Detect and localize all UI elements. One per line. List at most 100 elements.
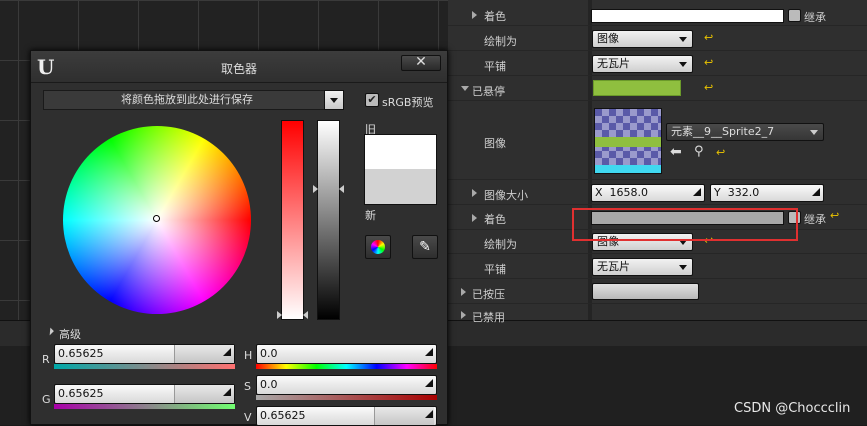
saturation-handle-left[interactable]	[277, 311, 282, 319]
chevron-down-icon	[810, 130, 818, 135]
expand-arrow-icon[interactable]	[461, 288, 466, 296]
close-icon: ✕	[415, 54, 427, 70]
expand-arrow-icon[interactable]	[472, 189, 477, 197]
pressed-preview[interactable]	[592, 283, 699, 300]
srgb-label: sRGB预览	[382, 96, 434, 109]
tiling-label: 平铺	[484, 60, 506, 73]
inherit-label: 继承	[804, 213, 826, 226]
expand-arrow-icon[interactable]	[472, 11, 477, 19]
search-icon[interactable]: ⚲	[694, 144, 704, 159]
h-field[interactable]: 0.0	[256, 344, 437, 364]
image-size-label: 图像大小	[484, 189, 528, 202]
size-x-label: X	[595, 186, 603, 199]
reset-arrow-icon[interactable]: ↩	[830, 209, 839, 222]
size-y-value: 332.0	[727, 186, 760, 199]
new-color-label: 新	[365, 209, 376, 222]
inherit-label: 继承	[804, 11, 826, 24]
wheel-selector[interactable]	[153, 215, 160, 222]
r-field[interactable]: 0.65625	[54, 344, 235, 364]
chevron-down-icon	[679, 265, 687, 270]
advanced-label: 高级	[59, 328, 81, 341]
image-thumbnail[interactable]	[594, 108, 662, 174]
tint-label: 着色	[484, 10, 506, 23]
draw-as-value: 图像	[597, 32, 619, 45]
v-field[interactable]: 0.65625	[256, 406, 437, 426]
v-value: 0.65625	[260, 409, 306, 422]
color-picker-window: U 取色器 ✕ 将颜色拖放到此处进行保存 ✔ sRGB预览 旧 新 ✎ 高级 R…	[30, 50, 448, 426]
color-wheel-icon	[371, 240, 385, 254]
chevron-down-icon	[679, 62, 687, 67]
value-handle-left[interactable]	[313, 185, 318, 193]
reset-arrow-icon[interactable]: ↩	[704, 81, 713, 94]
saturation-handle-right[interactable]	[303, 311, 308, 319]
g-gradient	[54, 404, 235, 409]
close-button[interactable]: ✕	[401, 55, 441, 71]
sprite-cyan-band	[595, 165, 661, 173]
expand-arrow-icon[interactable]	[472, 214, 477, 222]
color-wheel[interactable]	[63, 126, 251, 314]
tiling-combo-2[interactable]: 无瓦片	[592, 258, 693, 276]
hovered-preview-image[interactable]	[593, 80, 681, 96]
s-field[interactable]: 0.0	[256, 375, 437, 395]
value-slider[interactable]	[317, 120, 340, 320]
row-disabled: 已禁用	[448, 305, 867, 324]
back-arrow-icon[interactable]: ⬅	[670, 144, 682, 160]
old-color-swatch[interactable]	[364, 134, 437, 169]
srgb-checkbox[interactable]: ✔	[365, 93, 379, 107]
reset-arrow-icon[interactable]: ↩	[704, 31, 713, 44]
advanced-collapse-icon[interactable]	[46, 327, 54, 336]
row-pressed: 已按压	[448, 280, 867, 304]
collapse-arrow-icon[interactable]	[461, 86, 469, 91]
reset-arrow-icon[interactable]: ↩	[704, 56, 713, 69]
inherit-checkbox[interactable]	[788, 9, 801, 22]
eyedropper-button[interactable]: ✎	[412, 235, 438, 259]
g-field[interactable]: 0.65625	[54, 384, 235, 404]
tiling-value-2: 无瓦片	[597, 260, 630, 273]
details-panel: 着色 继承 绘制为 图像 ↩ 平铺 无瓦片 ↩ 已悬停 ↩ 图像 元素__9__…	[448, 0, 867, 324]
chevron-down-icon	[679, 37, 687, 42]
row-tint-top: 着色 继承	[448, 4, 867, 26]
pressed-label: 已按压	[472, 288, 505, 301]
g-value: 0.65625	[58, 387, 104, 400]
color-wheel-mode-button[interactable]	[365, 235, 391, 259]
reset-arrow-icon[interactable]: ↩	[716, 146, 725, 159]
image-asset-combo[interactable]: 元素__9__Sprite2_7	[666, 123, 824, 141]
drag-corner-icon	[425, 410, 433, 418]
tiling-label-2: 平铺	[484, 263, 506, 276]
save-dropzone-label: 将颜色拖放到此处进行保存	[121, 93, 253, 106]
row-image-size: 图像大小 X 1658.0 Y 332.0	[448, 181, 867, 205]
save-dropdown-button[interactable]	[324, 90, 344, 110]
picker-titlebar[interactable]: U 取色器 ✕	[31, 51, 447, 83]
row-image: 图像 元素__9__Sprite2_7 ⬅ ⚲ ↩	[448, 102, 867, 180]
size-y-field[interactable]: Y 332.0	[710, 184, 824, 202]
tint-color-swatch[interactable]	[591, 9, 784, 23]
h-label: H	[244, 349, 253, 362]
drag-corner-icon	[812, 188, 820, 196]
size-x-field[interactable]: X 1658.0	[591, 184, 705, 202]
row-tiling-2: 平铺 无瓦片	[448, 255, 867, 279]
s-gradient	[256, 395, 437, 400]
drag-corner-icon	[223, 348, 231, 356]
size-x-value: 1658.0	[609, 186, 649, 199]
drag-corner-icon	[223, 388, 231, 396]
row-draw-as: 绘制为 图像 ↩	[448, 27, 867, 51]
size-y-label: Y	[714, 186, 721, 199]
r-value: 0.65625	[58, 347, 104, 360]
row-hovered: 已悬停 ↩	[448, 77, 867, 101]
h-gradient	[256, 364, 437, 369]
expand-arrow-icon[interactable]	[461, 311, 466, 319]
picker-title: 取色器	[221, 62, 258, 76]
r-gradient	[54, 364, 235, 369]
eyedropper-icon: ✎	[419, 239, 431, 255]
tiling-combo[interactable]: 无瓦片	[592, 55, 693, 73]
chevron-down-icon	[330, 98, 338, 103]
drag-corner-icon	[425, 348, 433, 356]
tiling-value: 无瓦片	[597, 57, 630, 70]
saturation-slider[interactable]	[281, 120, 304, 320]
image-asset-value: 元素__9__Sprite2_7	[671, 125, 775, 138]
row-tiling: 平铺 无瓦片 ↩	[448, 52, 867, 76]
draw-as-combo[interactable]: 图像	[592, 30, 693, 48]
save-color-dropzone[interactable]: 将颜色拖放到此处进行保存	[43, 90, 331, 110]
value-handle-right[interactable]	[339, 185, 344, 193]
draw-as-label-2: 绘制为	[484, 238, 517, 251]
